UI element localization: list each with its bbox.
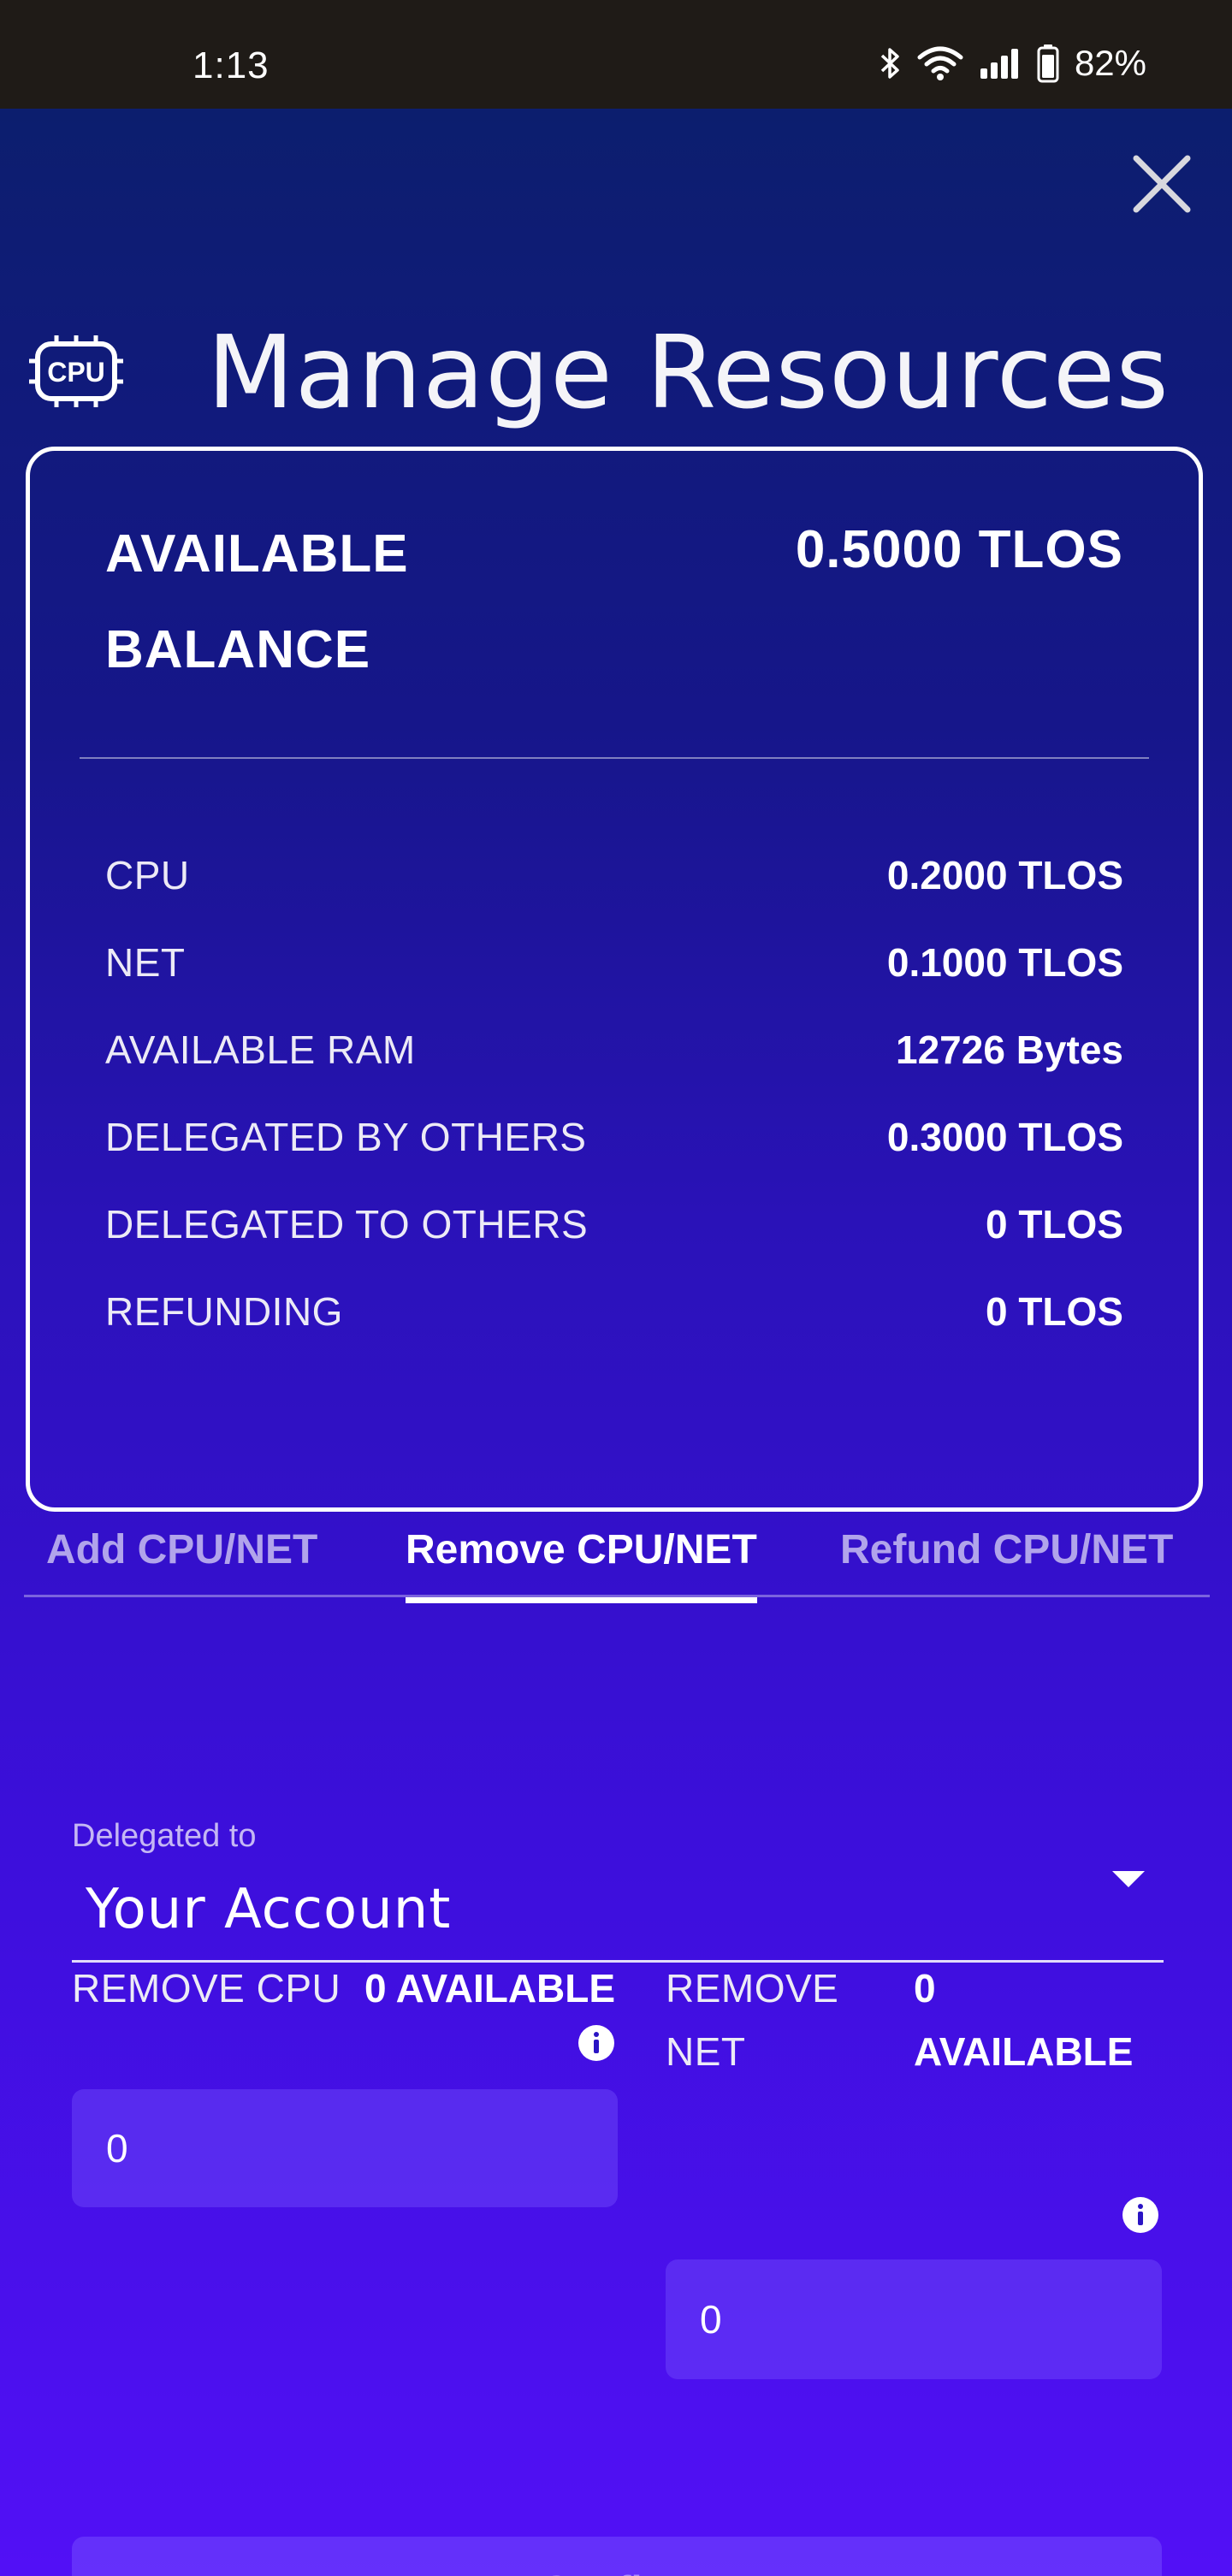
- resource-label: DELEGATED BY OTHERS: [105, 1115, 587, 1159]
- resource-label: NET: [105, 940, 186, 985]
- battery-icon: [1037, 44, 1059, 83]
- dropdown-arrow-icon: [1112, 1871, 1145, 1887]
- manage-resources-screen: CPU Manage Resources AVAILABLE BALANCE 0…: [0, 109, 1232, 2576]
- remove-net-available-word: AVAILABLE: [914, 2029, 1134, 2074]
- wifi-icon: [917, 46, 963, 80]
- battery-percent: 82%: [1074, 43, 1146, 83]
- status-time: 1:13: [192, 44, 270, 86]
- resource-value: 0.2000 TLOS: [886, 853, 1123, 897]
- page-title: Manage Resources: [207, 313, 1170, 432]
- tab-add-cpu-net[interactable]: Add CPU/NET: [46, 1526, 317, 1597]
- remove-net-input[interactable]: [666, 2259, 1162, 2379]
- close-icon: [1133, 155, 1191, 213]
- status-icons: 82%: [880, 43, 1146, 84]
- resource-list: CPU 0.2000 TLOS NET 0.1000 TLOS AVAILABL…: [105, 832, 1123, 1355]
- resource-tabs: Add CPU/NET Remove CPU/NET Refund CPU/NE…: [24, 1492, 1210, 1603]
- confirm-button[interactable]: Confirm: [72, 2537, 1162, 2576]
- balance-card: AVAILABLE BALANCE 0.5000 TLOS CPU 0.2000…: [26, 447, 1203, 1512]
- resource-label: CPU: [105, 853, 190, 897]
- cpu-icon: CPU: [29, 335, 123, 408]
- signal-icon: [980, 49, 1018, 79]
- resource-row-net: NET 0.1000 TLOS: [105, 919, 1123, 1006]
- resource-row-cpu: CPU 0.2000 TLOS: [105, 832, 1123, 919]
- resource-row-ram: AVAILABLE RAM 12726 Bytes: [105, 1006, 1123, 1093]
- delegated-to-select[interactable]: Delegated to Your Account: [72, 1818, 1164, 1963]
- remove-net-info-icon[interactable]: [1122, 2197, 1158, 2233]
- resource-value: 12726 Bytes: [896, 1027, 1123, 1072]
- resource-label: AVAILABLE RAM: [105, 1027, 416, 1072]
- status-bar: 1:13 82%: [0, 0, 1232, 109]
- remove-cpu-input[interactable]: [72, 2089, 618, 2207]
- remove-cpu-label: REMOVE CPU: [72, 1966, 341, 2010]
- resource-row-delegated-to-others: DELEGATED TO OTHERS 0 TLOS: [105, 1181, 1123, 1268]
- resource-value: 0 TLOS: [985, 1289, 1123, 1334]
- resource-row-delegated-by-others: DELEGATED BY OTHERS 0.3000 TLOS: [105, 1093, 1123, 1181]
- available-balance-value: 0.5000 TLOS: [795, 520, 1123, 579]
- card-divider: [80, 757, 1149, 759]
- close-button[interactable]: [1129, 151, 1194, 216]
- remove-cpu-info-icon[interactable]: [578, 2025, 614, 2061]
- remove-net-label: REMOVE NET: [666, 1966, 839, 2074]
- cpu-icon-text: CPU: [47, 357, 105, 388]
- resource-value: 0.1000 TLOS: [886, 940, 1123, 985]
- remove-net-available-count: 0: [914, 1966, 936, 2010]
- available-balance-label: AVAILABLE BALANCE: [105, 524, 409, 679]
- resource-label: DELEGATED TO OTHERS: [105, 1202, 589, 1247]
- tab-remove-cpu-net[interactable]: Remove CPU/NET: [406, 1526, 757, 1603]
- delegated-to-label: Delegated to: [72, 1818, 257, 1854]
- resource-label: REFUNDING: [105, 1289, 343, 1334]
- remove-cpu-available: 0 AVAILABLE: [364, 1966, 616, 2010]
- resource-value: 0 TLOS: [985, 1202, 1123, 1247]
- tab-refund-cpu-net[interactable]: Refund CPU/NET: [840, 1526, 1173, 1597]
- delegated-to-value: Your Account: [86, 1878, 452, 1941]
- bluetooth-icon: [880, 48, 899, 79]
- resource-value: 0.3000 TLOS: [886, 1115, 1123, 1159]
- resource-row-refunding: REFUNDING 0 TLOS: [105, 1268, 1123, 1355]
